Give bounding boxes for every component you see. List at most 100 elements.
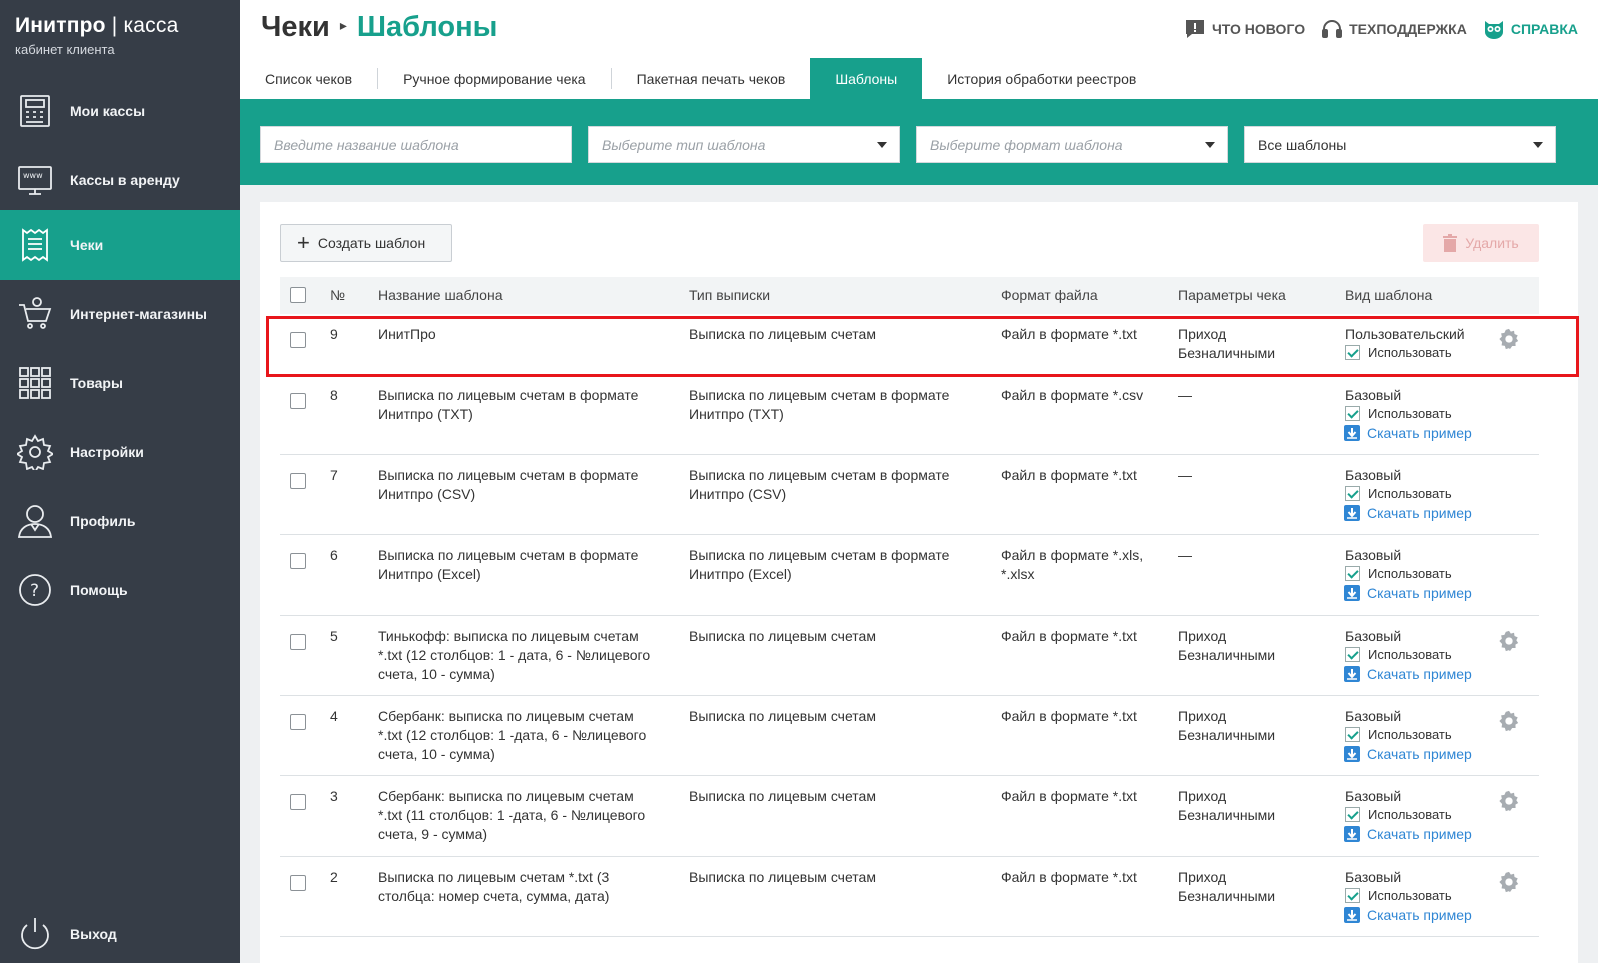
sidebar-item-online-shops[interactable]: Интернет-магазины [0,279,240,349]
tab-manual-receipt[interactable]: Ручное формирование чека [378,58,611,99]
statement-type-line: Инитпро (TXT) [689,406,784,422]
logout-button[interactable]: Выход [0,899,240,963]
receipt-params-line: — [1178,467,1192,483]
column-header-params[interactable]: Параметры чека [1178,287,1286,303]
gear-icon[interactable] [1498,710,1520,732]
template-name-line: счета, 10 - сумма) [378,746,495,762]
template-name-line: *.txt (12 столбцов: 1 -дата, 6 - №лицево… [378,727,647,743]
receipt-params: Приход Безналичными [1178,627,1275,665]
logout-label: Выход [70,926,117,942]
create-template-button[interactable]: + Создать шаблон [280,224,452,262]
table-row[interactable]: 6 Выписка по лицевым счетам в формате Инит… [280,535,1539,616]
tab-registry-history[interactable]: История обработки реестров [922,58,1161,99]
column-header-type[interactable]: Тип выписки [689,287,770,303]
receipt-icon [22,228,48,262]
use-checkbox[interactable]: Использовать [1345,406,1452,421]
sidebar-item-label: Чеки [70,237,104,253]
tab-templates[interactable]: Шаблоны [810,58,923,99]
gear-icon[interactable] [1498,790,1520,812]
template-kind: Базовый [1345,869,1402,885]
sidebar-item-my-registers[interactable]: Мои кассы [0,76,240,146]
column-header-format[interactable]: Формат файла [1001,287,1098,303]
use-label: Использовать [1368,647,1452,662]
template-scope-select[interactable]: Все шаблоны [1244,126,1556,163]
sidebar-item-help[interactable]: ? Помощь [0,555,240,625]
receipt-params: — [1178,466,1192,485]
download-label: Скачать пример [1367,666,1472,682]
row-checkbox[interactable] [290,634,306,650]
breadcrumb-parent[interactable]: Чеки [261,11,330,43]
table-row[interactable]: 5 Тинькофф: выписка по лицевым счетам *.tx… [280,616,1539,696]
download-example-link[interactable]: Скачать пример [1344,666,1472,682]
tab-batch-print[interactable]: Пакетная печать чеков [612,58,811,99]
sidebar-item-goods[interactable]: Товары [0,348,240,418]
template-name-input[interactable]: Введите название шаблона [260,126,572,163]
delete-button[interactable]: Удалить [1423,224,1539,262]
template-name: Выписка по лицевым счетам *.txt (3 столбц… [378,868,609,906]
table-row[interactable]: 7 Выписка по лицевым счетам в формате Инит… [280,455,1539,535]
grid-icon [19,367,51,399]
use-label: Использовать [1368,566,1452,581]
gear-icon[interactable] [1498,871,1520,893]
sidebar-item-rent-registers[interactable]: www Кассы в аренду [0,145,240,215]
use-checkbox[interactable]: Использовать [1345,727,1452,742]
statement-type-line: Выписка по лицевым счетам в формате [689,547,950,563]
support-link[interactable]: ТЕХПОДДЕРЖКА [1321,18,1467,40]
row-checkbox[interactable] [290,875,306,891]
statement-type-line: Выписка по лицевым счетам в формате [689,387,950,403]
sidebar-item-settings[interactable]: Настройки [0,417,240,487]
table-header: № Название шаблона Тип выписки Формат фа… [280,277,1539,314]
download-example-link[interactable]: Скачать пример [1344,585,1472,601]
use-checkbox[interactable]: Использовать [1345,807,1452,822]
download-example-link[interactable]: Скачать пример [1344,505,1472,521]
checkmark-icon [1345,406,1360,421]
statement-type-line: Выписка по лицевым счетам [689,708,876,724]
download-example-link[interactable]: Скачать пример [1344,826,1472,842]
table-row[interactable]: 8 Выписка по лицевым счетам в формате Инит… [280,375,1539,455]
file-format-line: Файл в формате *.txt [1001,467,1137,483]
template-format-select[interactable]: Выберите формат шаблона [916,126,1228,163]
download-icon [1344,907,1360,923]
sidebar-item-profile[interactable]: Профиль [0,486,240,556]
select-all-checkbox[interactable] [290,287,306,303]
whats-new-label: ЧТО НОВОГО [1211,21,1306,37]
gear-icon[interactable] [1498,630,1520,652]
sidebar-item-receipts[interactable]: Чеки [0,210,240,280]
checkmark-icon [1345,888,1360,903]
row-number: 5 [330,628,338,644]
whats-new-link[interactable]: ЧТО НОВОГО [1184,18,1305,40]
template-type-select[interactable]: Выберите тип шаблона [588,126,900,163]
table-row[interactable]: 2 Выписка по лицевым счетам *.txt (3 столб… [280,857,1539,937]
use-checkbox[interactable]: Использовать [1345,888,1452,903]
statement-type: Выписка по лицевым счетам в формате Инитп… [689,466,949,504]
tab-receipt-list[interactable]: Список чеков [240,58,377,99]
breadcrumb: Чеки ▸ Шаблоны [261,11,497,44]
table-row[interactable]: 4 Сбербанк: выписка по лицевым счетам *.tx… [280,696,1539,776]
sidebar: Инитпро | касса кабинет клиента Мои касс… [0,0,240,963]
column-header-kind[interactable]: Вид шаблона [1345,287,1432,303]
download-example-link[interactable]: Скачать пример [1344,907,1472,923]
download-example-link[interactable]: Скачать пример [1344,425,1472,441]
row-checkbox[interactable] [290,393,306,409]
chevron-down-icon [1205,142,1215,148]
use-checkbox[interactable]: Использовать [1345,566,1452,581]
use-checkbox[interactable]: Использовать [1345,486,1452,501]
create-template-label: Создать шаблон [317,235,426,251]
row-checkbox[interactable] [290,553,306,569]
download-example-link[interactable]: Скачать пример [1344,746,1472,762]
row-checkbox[interactable] [290,794,306,810]
column-header-number[interactable]: № [330,287,345,303]
row-checkbox[interactable] [290,473,306,489]
brand-title: Инитпро | касса [15,14,240,38]
brand-name: Инитпро [15,14,106,37]
statement-type-line: Выписка по лицевым счетам в формате [689,467,950,483]
receipt-params-line: — [1178,387,1192,403]
column-header-name[interactable]: Название шаблона [378,287,503,303]
template-name-line: Инитпро (Excel) [378,566,481,582]
row-checkbox[interactable] [290,714,306,730]
template-name-line: Выписка по лицевым счетам в формате [378,547,639,563]
trash-icon [1443,234,1458,252]
table-row[interactable]: 3 Сбербанк: выписка по лицевым счетам *.tx… [280,776,1539,857]
help-link[interactable]: СПРАВКА [1483,18,1578,40]
use-checkbox[interactable]: Использовать [1345,647,1452,662]
